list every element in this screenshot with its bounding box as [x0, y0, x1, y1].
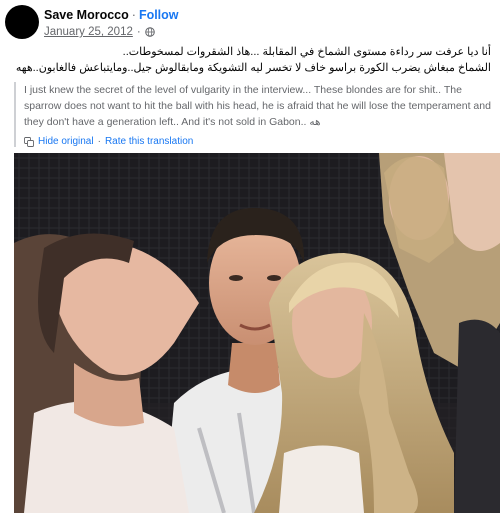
- follow-button[interactable]: Follow: [139, 8, 179, 22]
- page-avatar[interactable]: [5, 5, 39, 39]
- translation-block: I just knew the secret of the level of v…: [14, 82, 502, 147]
- hide-original-link[interactable]: Hide original: [38, 136, 94, 147]
- facebook-post: Save Morocco · Follow January 25, 2012 · أ…: [0, 0, 503, 513]
- globe-icon: [144, 27, 155, 37]
- original-post-text: أنا ديا عرفت سر رداءة مستوى الشماخ في ال…: [11, 44, 491, 76]
- post-photo[interactable]: [14, 153, 500, 513]
- meta-separator: ·: [136, 26, 141, 38]
- rate-translation-link[interactable]: Rate this translation: [105, 136, 193, 147]
- author-name-link[interactable]: Save Morocco: [44, 8, 129, 22]
- post-timestamp-link[interactable]: January 25, 2012: [44, 26, 133, 38]
- translation-actions: Hide original · Rate this translation: [24, 136, 502, 147]
- translated-text: I just knew the secret of the level of v…: [24, 84, 491, 128]
- header-separator: ·: [131, 8, 136, 22]
- original-text-line: أنا ديا عرفت سر رداءة مستوى الشماخ في ال…: [122, 46, 491, 58]
- photo-illustration: [14, 153, 500, 513]
- translate-icon: [24, 136, 34, 147]
- post-header: Save Morocco · Follow: [44, 8, 179, 22]
- actions-separator: ·: [97, 136, 101, 147]
- post-meta: January 25, 2012 ·: [44, 26, 155, 38]
- original-text-line: الشماخ مبغاش يضرب الكورة براسو خاف لا تخ…: [15, 62, 491, 74]
